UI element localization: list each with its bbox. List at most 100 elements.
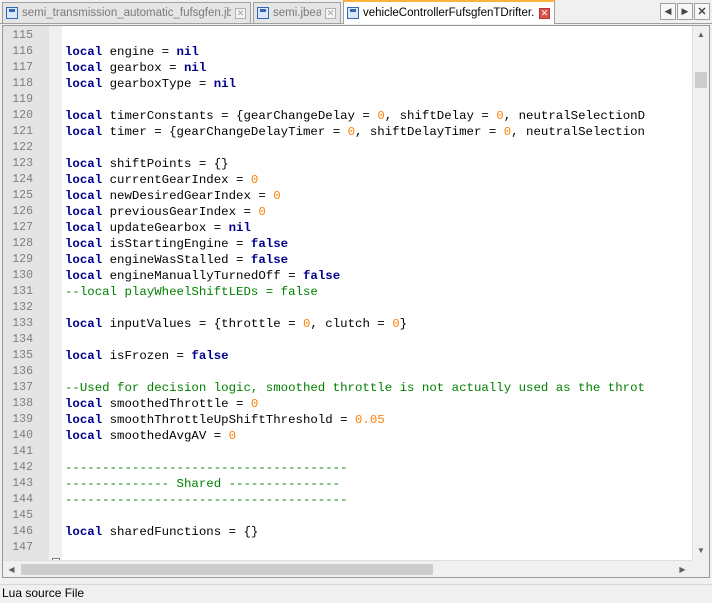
code-token: timerConstants = {gearChangeDelay = [102, 109, 378, 123]
vertical-scrollbar[interactable]: ▲ ▼ [692, 26, 709, 560]
code-text[interactable]: local gearboxType = nil [65, 76, 236, 92]
chevron-left-icon[interactable]: ◀ [660, 3, 676, 20]
line-number: 116 [12, 45, 33, 58]
code-line[interactable]: 124 local currentGearIndex = 0 [3, 172, 692, 188]
code-line[interactable]: 119 [3, 92, 692, 108]
code-line[interactable]: 147 [3, 540, 692, 556]
code-lines[interactable]: 115 116 local engine = nil 117 local gearbox… [3, 28, 692, 556]
code-line[interactable]: 122 [3, 140, 692, 156]
code-text[interactable]: local smoothedThrottle = 0 [65, 396, 258, 412]
line-number: 145 [12, 509, 33, 522]
code-line[interactable]: 135 local isFrozen = false [3, 348, 692, 364]
code-text[interactable]: local sharedFunctions = {} [65, 524, 258, 540]
code-token: inputValues = {throttle = [102, 317, 303, 331]
number-token: 0 [228, 429, 237, 443]
close-icon[interactable]: ✕ [694, 3, 710, 20]
tab-vehicle-controller-lua[interactable]: vehicleControllerFufsgfenTDrifter.lua ✕ [343, 0, 555, 24]
code-line[interactable]: 136 [3, 364, 692, 380]
code-text[interactable]: local updateGearbox = nil [65, 220, 251, 236]
code-line[interactable]: 127 local updateGearbox = nil [3, 220, 692, 236]
horizontal-scroll-thumb[interactable] [21, 564, 433, 575]
number-token: 0 [250, 397, 259, 411]
code-line[interactable]: 130 local engineManuallyTurnedOff = false [3, 268, 692, 284]
code-text[interactable]: local timerConstants = {gearChangeDelay … [65, 108, 645, 124]
code-line[interactable]: 120 local timerConstants = {gearChangeDel… [3, 108, 692, 124]
code-text[interactable]: local shiftPoints = {} [65, 156, 229, 172]
code-line[interactable]: 143 -------------- Shared --------------- [3, 476, 692, 492]
close-icon[interactable]: ✕ [325, 7, 336, 19]
code-line[interactable]: 129 local engineWasStalled = false [3, 252, 692, 268]
scroll-down-icon[interactable]: ▼ [693, 542, 709, 559]
code-line[interactable]: 131 --local playWheelShiftLEDs = false [3, 284, 692, 300]
keyword-token: local [65, 45, 103, 59]
keyword-token: local [65, 429, 103, 443]
code-line[interactable]: 128 local isStartingEngine = false [3, 236, 692, 252]
code-text[interactable]: --local playWheelShiftLEDs = false [65, 284, 318, 300]
horizontal-scrollbar[interactable]: ◀ ▶ [3, 560, 692, 577]
keyword-token: local [65, 109, 103, 123]
code-line[interactable]: 134 [3, 332, 692, 348]
code-text[interactable]: local previousGearIndex = 0 [65, 204, 266, 220]
code-text[interactable]: local currentGearIndex = 0 [65, 172, 258, 188]
code-line[interactable]: 116 local engine = nil [3, 44, 692, 60]
code-line[interactable]: 115 [3, 28, 692, 44]
code-text[interactable]: local engineWasStalled = false [65, 252, 288, 268]
code-text[interactable]: local gearbox = nil [65, 60, 206, 76]
number-token: 0 [377, 109, 385, 123]
code-text[interactable]: local engineManuallyTurnedOff = false [65, 268, 340, 284]
code-text[interactable]: -------------- Shared --------------- [65, 476, 340, 492]
code-text[interactable]: local engine = nil [65, 44, 199, 60]
code-line[interactable]: 133 local inputValues = {throttle = 0, cl… [3, 316, 692, 332]
code-line[interactable]: 144 -------------------------------------… [3, 492, 692, 508]
line-number: 117 [12, 61, 33, 74]
code-token: isFrozen = [102, 349, 192, 363]
code-text[interactable]: -------------------------------------- [65, 492, 348, 508]
code-line[interactable]: 118 local gearboxType = nil [3, 76, 692, 92]
chevron-right-icon[interactable]: ▶ [677, 3, 693, 20]
keyword-token: nil [228, 221, 251, 235]
code-text[interactable]: local smoothedAvgAV = 0 [65, 428, 236, 444]
tab-label: semi_transmission_automatic_fufsgfen.jbe… [22, 7, 231, 19]
close-icon[interactable]: ✕ [539, 7, 550, 19]
code-line[interactable]: 138 local smoothedThrottle = 0 [3, 396, 692, 412]
vertical-scroll-thumb[interactable] [695, 72, 707, 88]
keyword-token: nil [213, 77, 237, 91]
scroll-left-icon[interactable]: ◀ [3, 561, 20, 577]
tab-semi-jbeam[interactable]: semi.jbeam ✕ [253, 2, 341, 23]
scroll-right-icon[interactable]: ▶ [674, 561, 691, 577]
code-line[interactable]: 141 [3, 444, 692, 460]
code-text[interactable]: -------------------------------------- [65, 460, 348, 476]
keyword-token: local [65, 77, 103, 91]
tab-semi-transmission-jbeam[interactable]: semi_transmission_automatic_fufsgfen.jbe… [2, 2, 251, 23]
code-text[interactable]: local isStartingEngine = false [65, 236, 288, 252]
code-line[interactable]: 117 local gearbox = nil [3, 60, 692, 76]
code-line[interactable]: 139 local smoothThrottleUpShiftThreshold … [3, 412, 692, 428]
scroll-up-icon[interactable]: ▲ [693, 26, 709, 43]
line-number: 133 [12, 317, 33, 330]
code-token: } [399, 317, 408, 331]
keyword-token: local [65, 173, 103, 187]
keyword-token: nil [176, 45, 199, 59]
code-text[interactable]: local inputValues = {throttle = 0, clutc… [65, 316, 407, 332]
code-text[interactable]: local newDesiredGearIndex = 0 [65, 188, 281, 204]
code-line[interactable]: 142 -------------------------------------… [3, 460, 692, 476]
code-line[interactable]: 146 local sharedFunctions = {} [3, 524, 692, 540]
code-line[interactable]: 140 local smoothedAvgAV = 0 [3, 428, 692, 444]
keyword-token: nil [183, 61, 207, 75]
code-line[interactable]: 137 --Used for decision logic, smoothed t… [3, 380, 692, 396]
code-text[interactable]: --Used for decision logic, smoothed thro… [65, 380, 645, 396]
number-token: 0 [273, 189, 281, 203]
code-line[interactable]: 145 [3, 508, 692, 524]
code-editor[interactable]: 115 116 local engine = nil 117 local gearbox… [2, 25, 710, 578]
code-line[interactable]: 125 local newDesiredGearIndex = 0 [3, 188, 692, 204]
code-line[interactable]: 126 local previousGearIndex = 0 [3, 204, 692, 220]
code-text[interactable]: local smoothThrottleUpShiftThreshold = 0… [65, 412, 385, 428]
code-line[interactable]: 123 local shiftPoints = {} [3, 156, 692, 172]
line-number: 144 [12, 493, 33, 506]
code-line[interactable]: 121 local timer = {gearChangeDelayTimer =… [3, 124, 692, 140]
line-number: 140 [12, 429, 33, 442]
close-icon[interactable]: ✕ [235, 7, 246, 19]
code-text[interactable]: local isFrozen = false [65, 348, 229, 364]
code-line[interactable]: 132 [3, 300, 692, 316]
code-text[interactable]: local timer = {gearChangeDelayTimer = 0,… [65, 124, 645, 140]
